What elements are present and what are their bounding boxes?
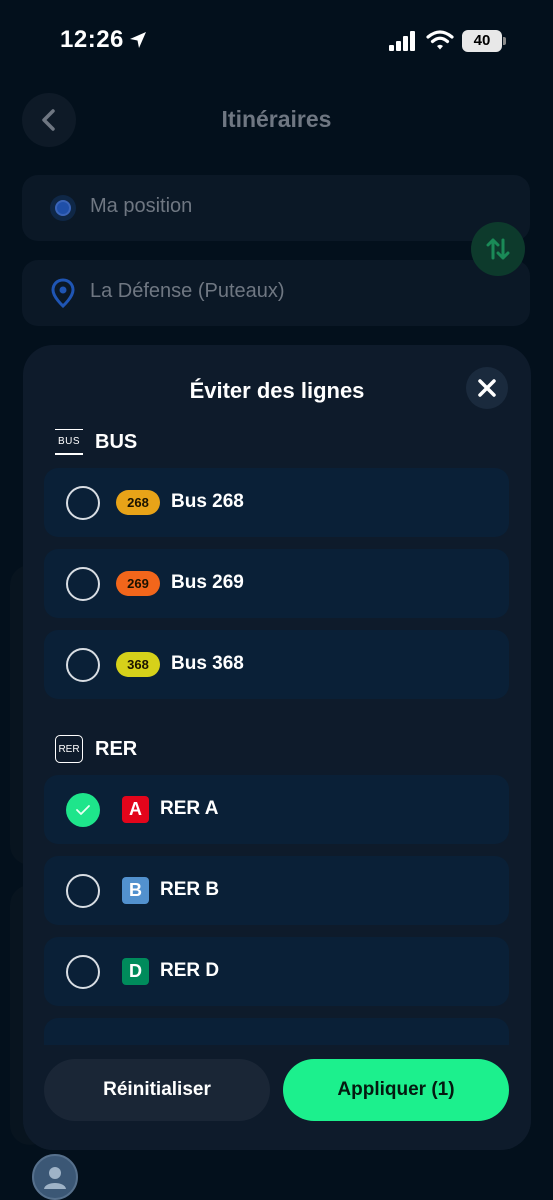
- sheet-title: Éviter des lignes: [189, 378, 365, 403]
- section-header-bus: BUS BUS: [55, 427, 137, 457]
- radio-button[interactable]: [66, 648, 100, 682]
- line-row-rer-a[interactable]: A RER A: [44, 775, 509, 844]
- line-label: Bus 368: [171, 653, 244, 674]
- origin-placeholder: Ma position: [90, 195, 193, 217]
- avatar[interactable]: [32, 1154, 78, 1200]
- avoid-lines-sheet: Éviter des lignes BUS BUS 268 Bus 268 26…: [23, 345, 531, 1150]
- line-label: RER A: [160, 798, 219, 819]
- battery-level: 40: [462, 30, 502, 52]
- apply-button[interactable]: Appliquer (1): [283, 1059, 509, 1121]
- status-time: 12:26: [60, 26, 124, 53]
- line-row-bus-268[interactable]: 268 Bus 268: [44, 468, 509, 537]
- radio-button[interactable]: [66, 486, 100, 520]
- line-label: RER D: [160, 960, 220, 981]
- section-label: BUS: [95, 430, 138, 453]
- map-pin-icon: [51, 278, 75, 308]
- line-badge: B: [122, 877, 149, 904]
- line-row-bus-368[interactable]: 368 Bus 368: [44, 630, 509, 699]
- line-label: Bus 269: [171, 572, 244, 593]
- sheet-footer: Réinitialiser Appliquer (1): [23, 1045, 531, 1150]
- destination-placeholder: La Défense (Puteaux): [90, 280, 285, 302]
- bus-icon: BUS: [55, 429, 83, 455]
- battery-icon: 40: [462, 30, 506, 52]
- radio-button-checked[interactable]: [66, 793, 100, 827]
- wifi-icon: [426, 30, 454, 50]
- section-label: RER: [95, 737, 138, 760]
- close-button[interactable]: [466, 367, 508, 409]
- origin-field[interactable]: Ma position: [22, 175, 530, 241]
- line-badge: 268: [116, 490, 160, 515]
- close-icon: [478, 379, 496, 397]
- swap-vertical-icon: [486, 238, 510, 260]
- radio-button[interactable]: [66, 567, 100, 601]
- line-row-rer-d[interactable]: D RER D: [44, 937, 509, 1006]
- line-row-rer-b[interactable]: B RER B: [44, 856, 509, 925]
- current-location-icon: [50, 195, 76, 221]
- line-badge: 368: [116, 652, 160, 677]
- swap-button[interactable]: [471, 222, 525, 276]
- destination-field[interactable]: La Défense (Puteaux): [22, 260, 530, 326]
- page-title: Itinéraires: [221, 106, 332, 132]
- checkmark-icon: [76, 805, 90, 815]
- line-label: Bus 268: [171, 491, 244, 512]
- rer-icon: RER: [55, 735, 83, 763]
- radio-button[interactable]: [66, 874, 100, 908]
- user-avatar-icon: [44, 1167, 66, 1189]
- line-badge: D: [122, 958, 149, 985]
- location-arrow-icon: [130, 32, 146, 48]
- line-row-bus-269[interactable]: 269 Bus 269: [44, 549, 509, 618]
- section-header-rer: RER RER: [55, 734, 137, 764]
- cellular-signal-icon: [389, 31, 415, 51]
- radio-button[interactable]: [66, 955, 100, 989]
- line-badge: A: [122, 796, 149, 823]
- line-label: RER B: [160, 879, 220, 900]
- status-bar: 12:26 40: [0, 0, 553, 80]
- line-badge: 269: [116, 571, 160, 596]
- reset-button[interactable]: Réinitialiser: [44, 1059, 270, 1121]
